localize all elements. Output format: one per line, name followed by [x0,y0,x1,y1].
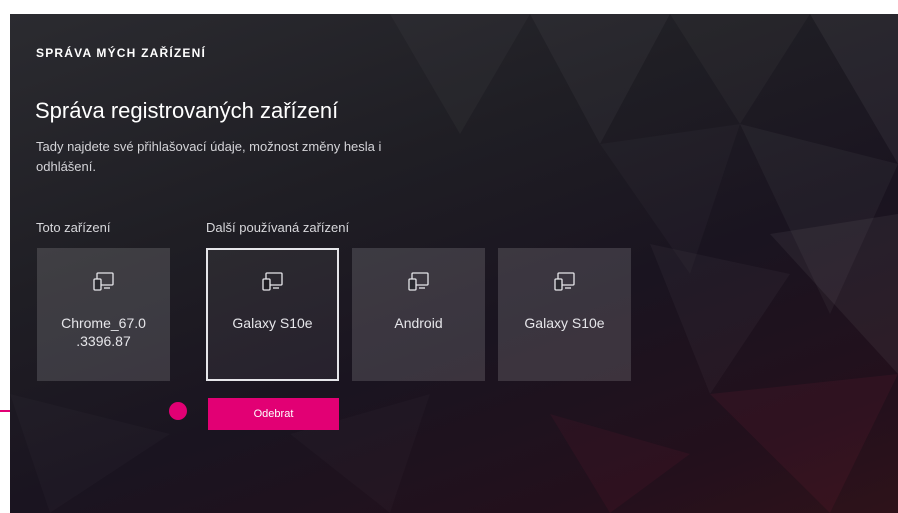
remove-device-button[interactable]: Odebrat [208,398,339,430]
other-devices-label: Další používaná zařízení [206,220,350,235]
device-icon [407,270,431,294]
device-tile[interactable]: Galaxy S10e [498,248,631,381]
device-icon [261,270,285,294]
device-icon [92,270,116,294]
tv-screen: SPRÁVA MÝCH ZAŘÍZENÍ Správa registrovaný… [10,14,898,513]
device-tile-selected[interactable]: Galaxy S10e [206,248,339,381]
page-title: Správa registrovaných zařízení [35,98,339,123]
device-tile[interactable]: Android [352,248,485,381]
callout-dot [169,402,187,420]
device-name: Android [394,315,443,331]
device-name: Galaxy S10e [524,315,605,331]
stage: SPRÁVA MÝCH ZAŘÍZENÍ Správa registrovaný… [0,0,898,513]
device-name: Chrome_67.0 .3396.87 [61,315,146,349]
device-tile-this[interactable]: Chrome_67.0 .3396.87 [37,248,170,381]
this-device-label: Toto zařízení [36,220,111,235]
device-name: Galaxy S10e [232,315,313,331]
page-description: Tady najdete své přihlašovací údaje, mož… [36,139,382,174]
device-icon [553,270,577,294]
section-title: SPRÁVA MÝCH ZAŘÍZENÍ [36,46,207,60]
